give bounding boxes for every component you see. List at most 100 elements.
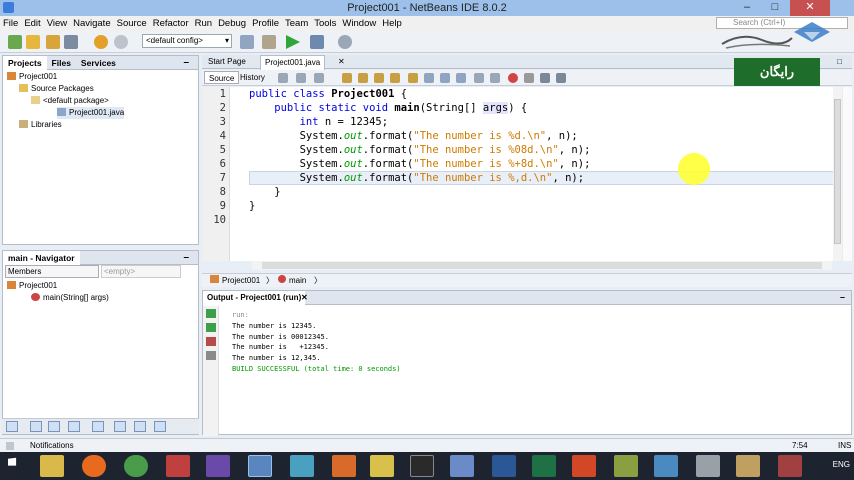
record-macro-icon[interactable] [508,73,518,83]
breadcrumb-class[interactable]: Project001 [210,274,260,288]
tab-project001-java[interactable]: Project001.java [260,55,326,70]
menu-tools[interactable]: Tools [311,16,339,31]
undo-icon[interactable] [94,35,108,49]
breadcrumb-method[interactable]: main [278,274,306,288]
nav-tree-method[interactable]: main(String[] args) [31,292,109,304]
code-editor[interactable]: 1 2 3 4 5 6 7 8 9 10 public class Project001 { pu… [202,87,842,261]
menu-source[interactable]: Source [114,16,150,31]
tree-default-package[interactable]: <default package> [31,95,109,107]
rerun-icon[interactable] [206,309,216,318]
tree-project001-java[interactable]: Project001.java [57,107,125,119]
start-button[interactable] [8,457,17,466]
menu-view[interactable]: View [44,16,70,31]
back-icon[interactable] [296,73,306,83]
tree-project-root[interactable]: Project001 [7,71,57,83]
filter-nonpublic-icon[interactable] [48,421,60,432]
empty-select[interactable]: <empty> [101,265,181,278]
prev-bookmark-icon[interactable] [424,73,434,83]
excel-icon[interactable] [532,455,556,477]
minimize-panel-icon[interactable]: – [178,56,194,69]
code-line[interactable]: public class Project001 { [249,88,407,100]
menu-debug[interactable]: Debug [215,16,249,31]
shift-left-icon[interactable] [474,73,484,83]
app-icon[interactable] [778,455,802,477]
toggle-bookmark-icon[interactable] [456,73,466,83]
nav-tree-class[interactable]: Project001 [7,280,57,292]
sort-source-icon[interactable] [134,421,146,432]
tab-services[interactable]: Services [76,56,121,70]
new-file-icon[interactable] [8,35,22,49]
tab-start-page[interactable]: Start Page [204,55,250,69]
output-title[interactable]: Output - Project001 (run) [203,291,306,305]
build-icon[interactable] [240,35,254,49]
code-line[interactable]: } [249,186,280,198]
highlight-icon[interactable] [408,73,418,83]
find-selection-icon[interactable] [390,73,400,83]
next-bookmark-icon[interactable] [440,73,450,83]
close-button[interactable]: ✕ [790,0,830,16]
open-project-icon[interactable] [46,35,60,49]
app-icon[interactable] [614,455,638,477]
menu-edit[interactable]: Edit [21,16,43,31]
app-icon[interactable] [450,455,474,477]
find-icon[interactable] [342,73,352,83]
filter-inherited-icon[interactable] [68,421,80,432]
code-line[interactable]: System.out.format("The number is %+8d.\n… [249,158,591,170]
find-previous-icon[interactable] [358,73,368,83]
minimize-panel-icon[interactable]: – [178,251,194,264]
rerun-customized-icon[interactable] [206,323,216,332]
code-line[interactable]: System.out.format("The number is %08d.\n… [249,144,591,156]
debug-icon[interactable] [310,35,324,49]
code-line[interactable]: System.out.format("The number is %,d.\n"… [249,172,585,184]
config-select[interactable]: <default config> ▾ [142,34,232,48]
file-explorer-icon[interactable] [40,455,64,477]
shift-right-icon[interactable] [490,73,500,83]
code-line[interactable]: int n = 12345; [249,116,389,128]
filter-fields-icon[interactable] [6,421,18,432]
app-icon[interactable] [654,455,678,477]
save-all-icon[interactable] [64,35,78,49]
editor-vertical-scrollbar[interactable] [833,87,842,261]
netbeans-taskbar-icon[interactable] [248,455,272,477]
members-select[interactable]: Members [5,265,99,278]
minimize-button[interactable]: – [734,0,760,16]
tab-files[interactable]: Files [47,56,76,70]
word-icon[interactable] [492,455,516,477]
source-view-button[interactable]: Source [204,71,240,84]
tree-source-packages[interactable]: Source Packages [19,83,94,95]
close-tab-icon[interactable]: ✕ [334,55,349,69]
tree-libraries[interactable]: Libraries [19,119,62,131]
maximize-button[interactable]: □ [762,0,788,16]
find-next-icon[interactable] [374,73,384,83]
app-icon[interactable] [290,455,314,477]
firefox-icon[interactable] [82,455,106,477]
close-tab-icon[interactable]: ✕ [301,291,308,305]
code-line[interactable]: System.out.format("The number is %d.\n",… [249,130,578,142]
redo-icon[interactable] [114,35,128,49]
menu-navigate[interactable]: Navigate [70,16,114,31]
notifications-icon[interactable] [6,442,14,450]
minimize-panel-icon[interactable]: – [840,291,845,304]
settings-icon[interactable] [206,351,216,360]
cmd-icon[interactable] [410,455,434,477]
last-edit-icon[interactable] [278,73,288,83]
menu-team[interactable]: Team [282,16,311,31]
comment-icon[interactable] [540,73,550,83]
menu-window[interactable]: Window [339,16,379,31]
clean-build-icon[interactable] [262,35,276,49]
uncomment-icon[interactable] [556,73,566,83]
editor-horizontal-scrollbar[interactable] [252,261,832,270]
code-line[interactable]: } [249,200,255,212]
stop-icon[interactable] [206,337,216,346]
code-line[interactable]: public static void main(String[] args) { [249,102,527,114]
input-language[interactable]: ENG [833,460,850,469]
filter-static-icon[interactable] [30,421,42,432]
matlab-icon[interactable] [332,455,356,477]
app-icon[interactable] [370,455,394,477]
stop-macro-icon[interactable] [524,73,534,83]
menu-profile[interactable]: Profile [249,16,282,31]
profile-icon[interactable] [338,35,352,49]
run-icon[interactable] [286,35,300,49]
javadoc-icon[interactable] [154,421,166,432]
tab-projects[interactable]: Projects [3,56,47,70]
